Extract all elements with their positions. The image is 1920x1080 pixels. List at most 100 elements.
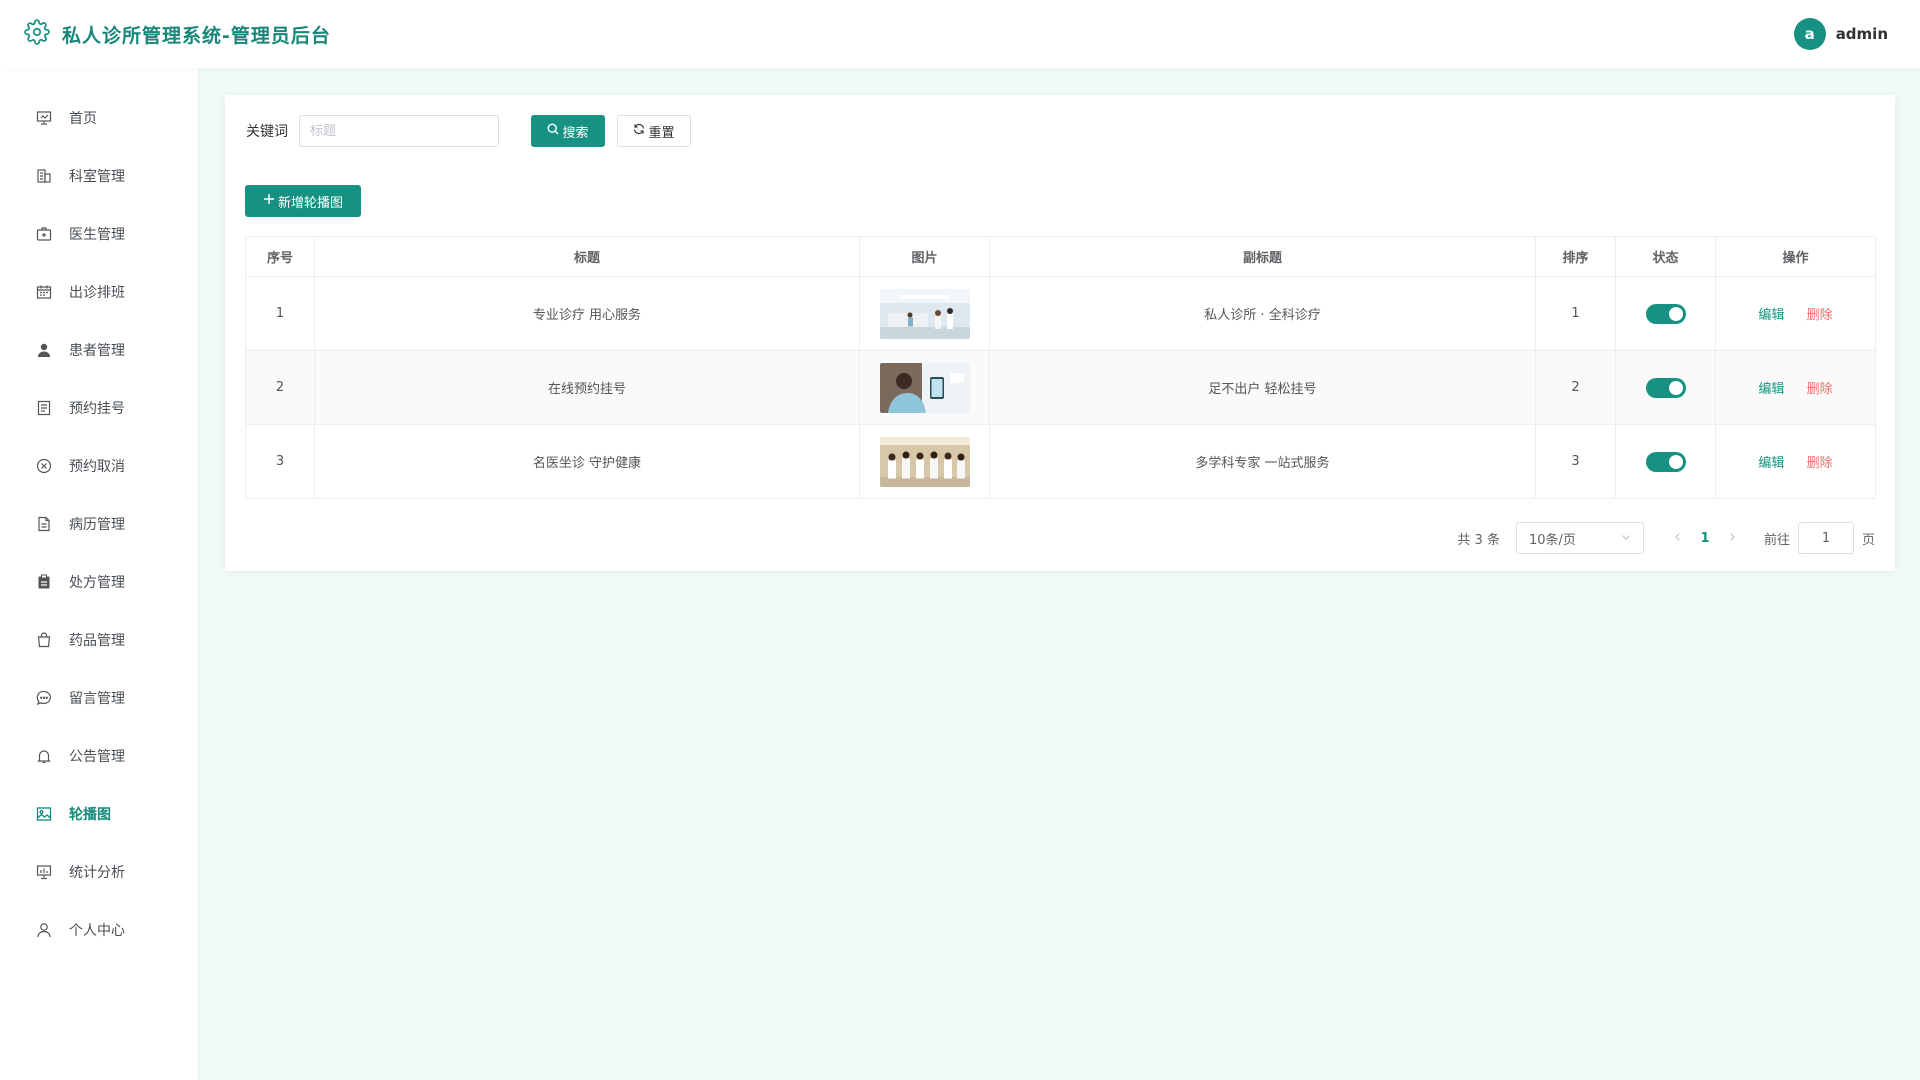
content-card: 关键词 搜索 重置 新增轮播图 序号 标题 图片 — [225, 95, 1895, 571]
page-jump-input[interactable] — [1797, 522, 1854, 554]
presentation-icon — [35, 109, 53, 127]
add-carousel-button[interactable]: 新增轮播图 — [245, 185, 361, 217]
search-button[interactable]: 搜索 — [531, 115, 605, 147]
chat-icon — [35, 689, 53, 707]
sidebar-item-label: 医生管理 — [69, 227, 125, 243]
sidebar-item-home[interactable]: 首页 — [0, 89, 198, 147]
sidebar-item-label: 公告管理 — [69, 749, 125, 765]
sidebar-item-label: 病历管理 — [69, 517, 125, 533]
sidebar-item-carousel[interactable]: 轮播图 — [0, 785, 198, 843]
file-icon — [35, 515, 53, 533]
refresh-icon — [633, 123, 645, 139]
keyword-label: 关键词 — [246, 124, 288, 140]
keyword-input[interactable] — [299, 115, 499, 147]
page-size-select[interactable]: 10条/页 — [1515, 522, 1644, 554]
sidebar-item-label: 统计分析 — [69, 865, 125, 881]
column-header-status: 状态 — [1615, 236, 1716, 277]
status-toggle[interactable] — [1645, 451, 1686, 472]
next-page-button[interactable] — [1720, 530, 1744, 546]
row-title: 名医坐诊 守护健康 — [314, 424, 860, 499]
prev-page-button[interactable] — [1666, 530, 1690, 546]
edit-link[interactable]: 编辑 — [1758, 456, 1784, 471]
sidebar-item-announcements[interactable]: 公告管理 — [0, 727, 198, 785]
sidebar-item-patients[interactable]: 患者管理 — [0, 321, 198, 379]
plus-icon — [263, 193, 275, 209]
calendar-icon — [35, 283, 53, 301]
row-index: 3 — [245, 424, 315, 499]
sidebar-item-messages[interactable]: 留言管理 — [0, 669, 198, 727]
document-icon — [35, 399, 53, 417]
user-icon — [35, 921, 53, 939]
column-header-actions: 操作 — [1715, 236, 1876, 277]
sidebar-item-profile[interactable]: 个人中心 — [0, 901, 198, 959]
column-header-sort: 排序 — [1535, 236, 1616, 277]
page-number-current[interactable]: 1 — [1690, 531, 1720, 546]
pagination-total: 共 3 条 — [1457, 532, 1500, 548]
sidebar: 首页 科室管理 医生管理 出诊排班 患者管理 预约挂号 预约取消 病历管理 处方… — [0, 68, 199, 1080]
sidebar-item-prescriptions[interactable]: 处方管理 — [0, 553, 198, 611]
sidebar-item-label: 轮播图 — [69, 807, 111, 823]
carousel-thumbnail[interactable] — [879, 362, 970, 413]
row-actions: 编辑 删除 — [1715, 424, 1876, 499]
picture-icon — [35, 805, 53, 823]
jump-label: 前往 — [1763, 532, 1790, 548]
sidebar-item-label: 预约挂号 — [69, 401, 125, 417]
carousel-table: 序号 标题 图片 副标题 排序 状态 操作 1 专业诊疗 用心服务 私人诊所 ·… — [245, 236, 1876, 499]
chevron-right-icon — [1730, 533, 1735, 541]
row-subtitle: 足不出户 轻松挂号 — [989, 350, 1536, 425]
row-status-cell — [1615, 276, 1716, 351]
user-menu[interactable]: a admin — [1793, 18, 1888, 50]
avatar[interactable]: a — [1793, 18, 1826, 50]
row-subtitle: 私人诊所 · 全科诊疗 — [989, 276, 1536, 351]
sidebar-item-label: 药品管理 — [69, 633, 125, 649]
circle-close-icon — [35, 457, 53, 475]
chevron-down-icon — [1621, 531, 1631, 546]
edit-link[interactable]: 编辑 — [1758, 308, 1784, 323]
status-toggle[interactable] — [1645, 377, 1686, 398]
status-toggle[interactable] — [1645, 303, 1686, 324]
medical-kit-icon — [35, 225, 53, 243]
sidebar-item-departments[interactable]: 科室管理 — [0, 147, 198, 205]
sidebar-item-label: 个人中心 — [69, 923, 125, 939]
bell-icon — [35, 747, 53, 765]
search-icon — [547, 123, 559, 139]
sidebar-item-cancellations[interactable]: 预约取消 — [0, 437, 198, 495]
row-actions: 编辑 删除 — [1715, 350, 1876, 425]
delete-link[interactable]: 删除 — [1807, 382, 1833, 397]
row-title: 专业诊疗 用心服务 — [314, 276, 860, 351]
clipboard-icon — [35, 573, 53, 591]
page-size-value: 10条/页 — [1528, 532, 1576, 548]
row-image-cell — [859, 276, 990, 351]
sidebar-item-appointments[interactable]: 预约挂号 — [0, 379, 198, 437]
sidebar-item-statistics[interactable]: 统计分析 — [0, 843, 198, 901]
pagination: 共 3 条 10条/页 1 前往 页 — [1457, 522, 1875, 554]
shopping-bag-icon — [35, 631, 53, 649]
sidebar-item-medicines[interactable]: 药品管理 — [0, 611, 198, 669]
data-board-icon — [35, 863, 53, 881]
sidebar-item-records[interactable]: 病历管理 — [0, 495, 198, 553]
row-status-cell — [1615, 424, 1716, 499]
gear-icon — [24, 19, 50, 49]
add-button-label: 新增轮播图 — [277, 195, 343, 211]
column-header-title: 标题 — [314, 236, 860, 277]
row-sort: 2 — [1535, 350, 1616, 425]
sidebar-item-label: 出诊排班 — [69, 285, 125, 301]
carousel-thumbnail[interactable] — [879, 288, 970, 339]
reset-button[interactable]: 重置 — [617, 115, 691, 147]
row-status-cell — [1615, 350, 1716, 425]
sidebar-item-schedule[interactable]: 出诊排班 — [0, 263, 198, 321]
sidebar-item-doctors[interactable]: 医生管理 — [0, 205, 198, 263]
column-header-image: 图片 — [859, 236, 990, 277]
row-image-cell — [859, 350, 990, 425]
username[interactable]: admin — [1836, 25, 1888, 43]
delete-link[interactable]: 删除 — [1807, 456, 1833, 471]
edit-link[interactable]: 编辑 — [1758, 382, 1784, 397]
delete-link[interactable]: 删除 — [1807, 308, 1833, 323]
carousel-thumbnail[interactable] — [879, 436, 970, 487]
row-sort: 1 — [1535, 276, 1616, 351]
top-header: 私人诊所管理系统-管理员后台 a admin — [0, 0, 1920, 68]
brand: 私人诊所管理系统-管理员后台 — [24, 19, 331, 49]
sidebar-item-label: 处方管理 — [69, 575, 125, 591]
row-image-cell — [859, 424, 990, 499]
column-header-subtitle: 副标题 — [989, 236, 1536, 277]
